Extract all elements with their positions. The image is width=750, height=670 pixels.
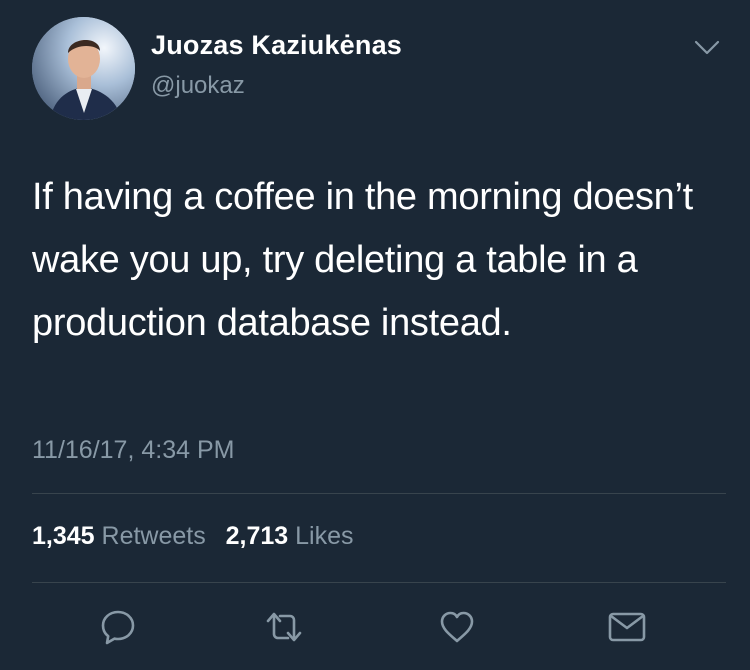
avatar[interactable] [32,17,135,120]
author-handle[interactable]: @juokaz [151,72,245,100]
tweet-timestamp[interactable]: 11/16/17, 4:34 PM [32,436,234,465]
retweet-icon [266,612,302,642]
chevron-down-icon[interactable] [693,38,721,58]
author-name[interactable]: Juozas Kaziukėnas [151,30,402,61]
heart-icon [440,611,474,643]
tweet-text: If having a coffee in the morning doesn’… [32,176,693,344]
divider [32,493,726,494]
tweet-stats: 1,345 Retweets 2,713 Likes [32,522,354,551]
like-label[interactable]: Likes [295,522,353,550]
retweet-button[interactable] [262,605,306,649]
like-button[interactable] [435,605,479,649]
message-button[interactable] [605,605,649,649]
divider [32,582,726,583]
retweet-count[interactable]: 1,345 [32,522,95,550]
retweet-label[interactable]: Retweets [102,522,206,550]
reply-button[interactable] [96,605,140,649]
envelope-icon [608,612,646,642]
like-count[interactable]: 2,713 [226,522,289,550]
reply-icon [101,610,135,645]
